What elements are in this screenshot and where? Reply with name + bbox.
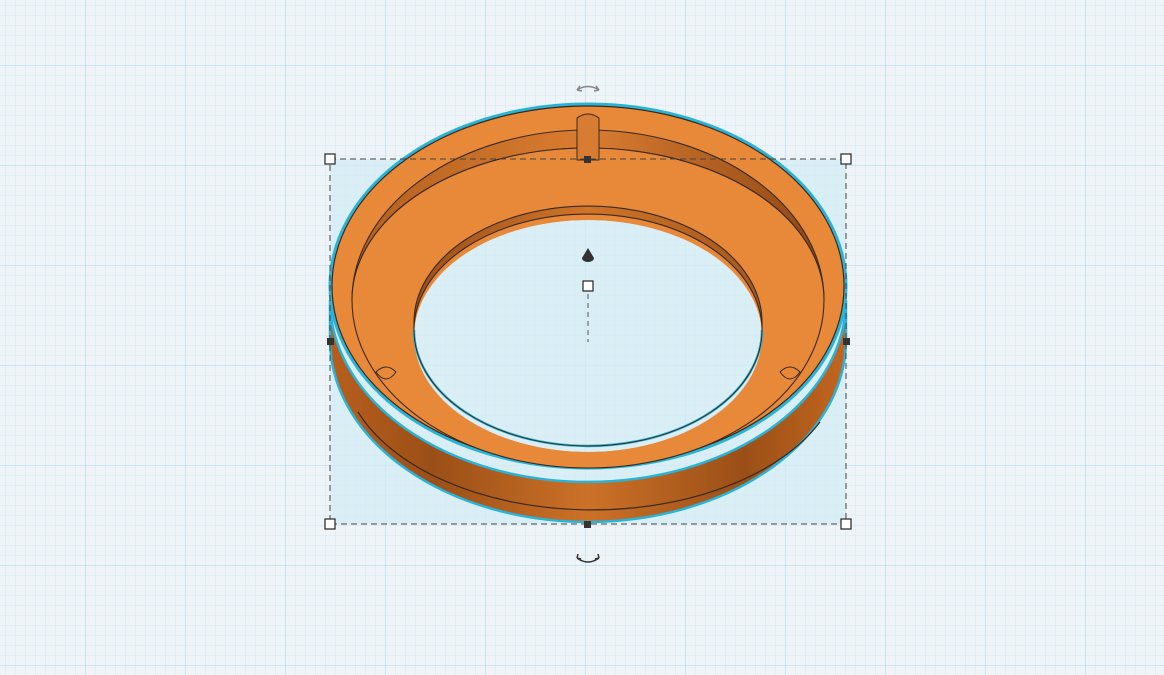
workplane[interactable]: [0, 0, 1164, 675]
handle-corner-bottom-right[interactable]: [840, 518, 852, 530]
height-handle-icon[interactable]: [582, 280, 594, 292]
handle-edge-left[interactable]: [327, 338, 334, 345]
handle-corner-top-left[interactable]: [324, 153, 336, 165]
notch-top: [576, 113, 600, 161]
handle-corner-top-right[interactable]: [840, 153, 852, 165]
workplane-canvas[interactable]: [0, 0, 1164, 675]
handle-edge-top[interactable]: [584, 156, 591, 163]
handle-corner-bottom-left[interactable]: [324, 518, 336, 530]
handle-edge-right[interactable]: [843, 338, 850, 345]
handle-edge-bottom[interactable]: [584, 521, 591, 528]
